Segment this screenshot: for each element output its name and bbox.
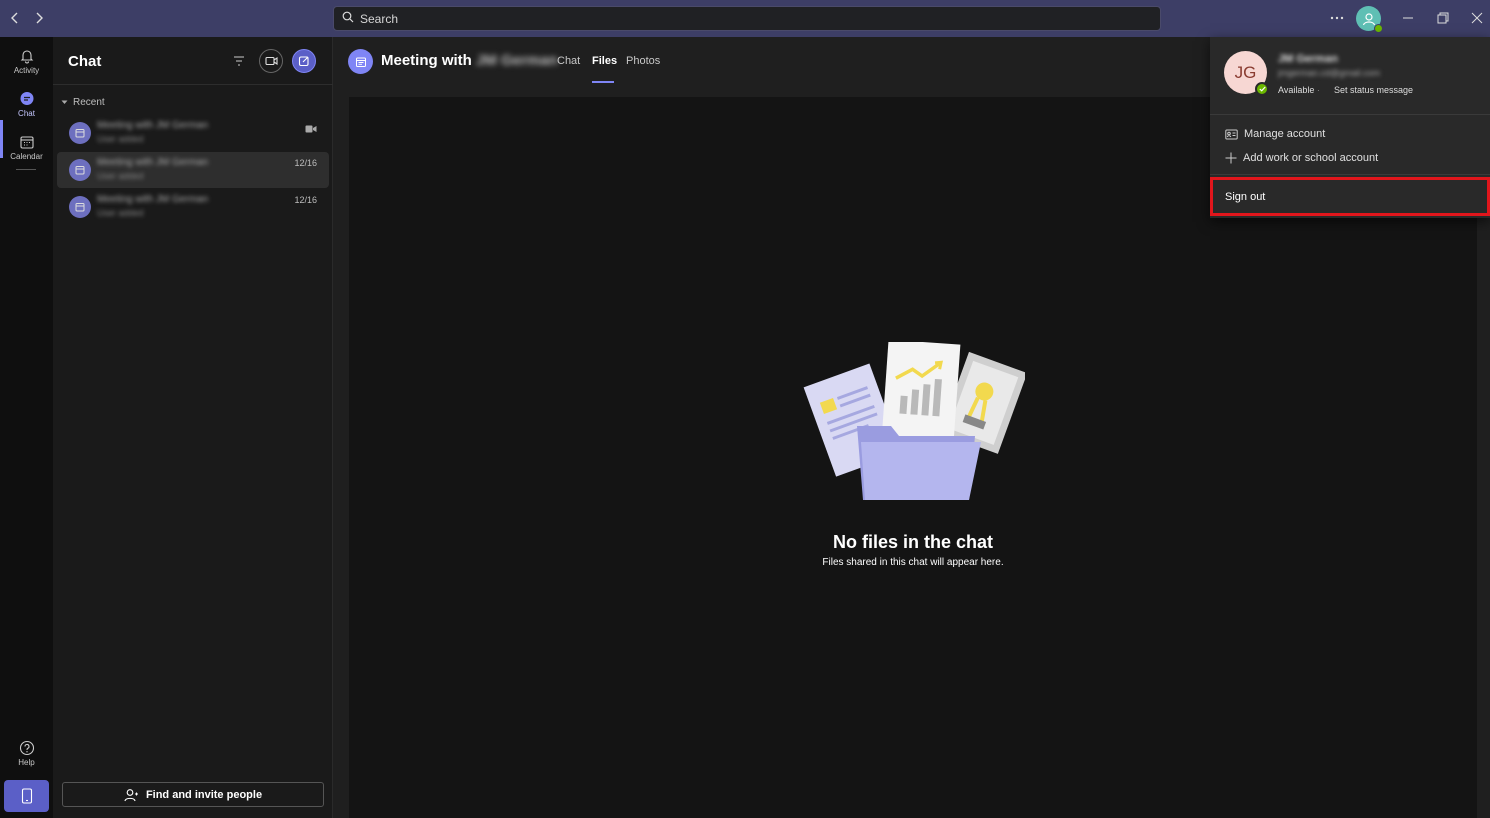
chat-item-name: Meeting with JM German	[97, 120, 209, 131]
chat-pane-title: Chat	[68, 53, 102, 70]
video-camera-icon	[264, 56, 278, 66]
minimize-icon[interactable]	[1400, 10, 1416, 26]
meet-now-button[interactable]	[259, 49, 283, 73]
chat-item-name: Meeting with JM German	[97, 194, 209, 205]
new-chat-button[interactable]	[292, 49, 316, 73]
account-name: JM German	[1278, 53, 1338, 65]
filter-icon	[234, 56, 244, 66]
presence-status[interactable]: Available ·	[1278, 85, 1320, 95]
empty-folder-illustration	[803, 342, 1025, 500]
menu-divider	[1210, 174, 1490, 175]
nav-arrows	[8, 9, 46, 27]
chat-list-item[interactable]: Meeting with JM German User added 12/16	[57, 189, 329, 225]
rail-label-help: Help	[18, 757, 35, 767]
person-add-icon	[124, 788, 138, 801]
meeting-avatar	[69, 196, 91, 218]
recent-section-toggle[interactable]: Recent	[61, 97, 105, 108]
id-card-icon	[1225, 129, 1238, 139]
rail-divider	[16, 169, 36, 170]
title-bar: Search	[0, 0, 1490, 37]
forward-arrow-icon[interactable]	[32, 9, 46, 27]
recent-label: Recent	[73, 97, 105, 108]
chat-item-preview: User added	[97, 134, 144, 144]
calendar-icon	[19, 135, 34, 149]
rail-label-activity: Activity	[13, 65, 40, 75]
add-account-label: Add work or school account	[1243, 152, 1379, 164]
more-options-icon[interactable]	[1329, 9, 1345, 27]
status-available-icon	[1374, 24, 1383, 33]
meeting-avatar	[348, 49, 373, 74]
rail-label-calendar: Calendar	[10, 151, 43, 161]
chat-item-preview: User added	[97, 171, 144, 181]
find-invite-label: Find and invite people	[145, 788, 263, 801]
search-input[interactable]: Search	[333, 6, 1161, 31]
calendar-icon	[355, 57, 366, 67]
status-available-icon	[1255, 82, 1269, 96]
active-tab-underline	[592, 81, 614, 83]
bell-icon	[20, 49, 33, 63]
restore-icon[interactable]	[1435, 10, 1451, 26]
video-call-icon	[305, 125, 317, 133]
conversation-title: Meeting with JM German	[381, 52, 558, 69]
calendar-icon	[75, 166, 85, 175]
rail-label-chat: Chat	[18, 108, 35, 118]
sign-out-label: Sign out	[1225, 190, 1266, 203]
conversation-title-prefix: Meeting with	[381, 52, 472, 69]
rail-item-calendar[interactable]: Calendar	[0, 127, 53, 167]
chat-list-divider	[53, 84, 333, 85]
back-arrow-icon[interactable]	[8, 9, 22, 27]
chat-item-date: 12/16	[294, 195, 317, 205]
search-placeholder: Search	[360, 11, 399, 26]
calendar-icon	[75, 203, 85, 212]
find-invite-people-button[interactable]: Find and invite people	[62, 782, 324, 807]
close-icon[interactable]	[1469, 10, 1485, 26]
conversation-title-name: JM German	[476, 52, 558, 69]
set-status-message[interactable]: Set status message	[1334, 85, 1413, 95]
plus-icon	[1225, 152, 1237, 164]
menu-divider	[1210, 114, 1490, 115]
account-avatar[interactable]: JG	[1224, 51, 1269, 96]
chat-item-preview: User added	[97, 208, 144, 218]
tab-files[interactable]: Files	[592, 55, 617, 67]
chat-list-item-selected[interactable]: Meeting with JM German User added 12/16	[57, 152, 329, 188]
search-icon	[342, 10, 354, 28]
status-separator: ·	[1316, 85, 1320, 95]
calendar-icon	[75, 129, 85, 138]
tab-photos[interactable]: Photos	[626, 55, 660, 67]
meeting-avatar	[69, 122, 91, 144]
chat-list-pane: Chat Recent Meeting with JM German User …	[53, 37, 333, 818]
empty-state-subtitle: Files shared in this chat will appear he…	[822, 557, 1004, 568]
presence-status-label: Available	[1278, 85, 1315, 95]
add-account-item[interactable]: Add work or school account	[1225, 148, 1378, 168]
phone-icon	[21, 788, 32, 804]
manage-account-label: Manage account	[1244, 128, 1326, 140]
chat-icon	[20, 91, 33, 105]
meeting-avatar	[69, 159, 91, 181]
rail-item-help[interactable]: Help	[0, 733, 53, 773]
compose-icon	[298, 56, 309, 67]
profile-avatar-button[interactable]	[1356, 6, 1383, 33]
account-email: jmgerman.cd@gmail.com	[1278, 68, 1381, 78]
manage-account-item[interactable]: Manage account	[1225, 124, 1325, 144]
rail-item-chat[interactable]: Chat	[0, 84, 53, 124]
mobile-app-button[interactable]	[4, 780, 49, 812]
sign-out-button[interactable]: Sign out	[1210, 177, 1490, 216]
chevron-down-icon	[61, 100, 68, 104]
chat-item-date: 12/16	[294, 158, 317, 168]
chat-list-item[interactable]: Meeting with JM German User added	[57, 115, 329, 151]
rail-item-activity[interactable]: Activity	[0, 41, 53, 81]
account-menu: JG JM German jmgerman.cd@gmail.com Avail…	[1210, 37, 1490, 218]
help-icon	[19, 740, 34, 755]
app-rail: Activity Chat Calendar Help	[0, 37, 53, 818]
chat-item-name: Meeting with JM German	[97, 157, 209, 168]
filter-button[interactable]	[227, 49, 251, 73]
empty-state-title: No files in the chat	[832, 532, 994, 552]
account-initials: JG	[1234, 62, 1257, 82]
tab-chat[interactable]: Chat	[557, 55, 580, 67]
